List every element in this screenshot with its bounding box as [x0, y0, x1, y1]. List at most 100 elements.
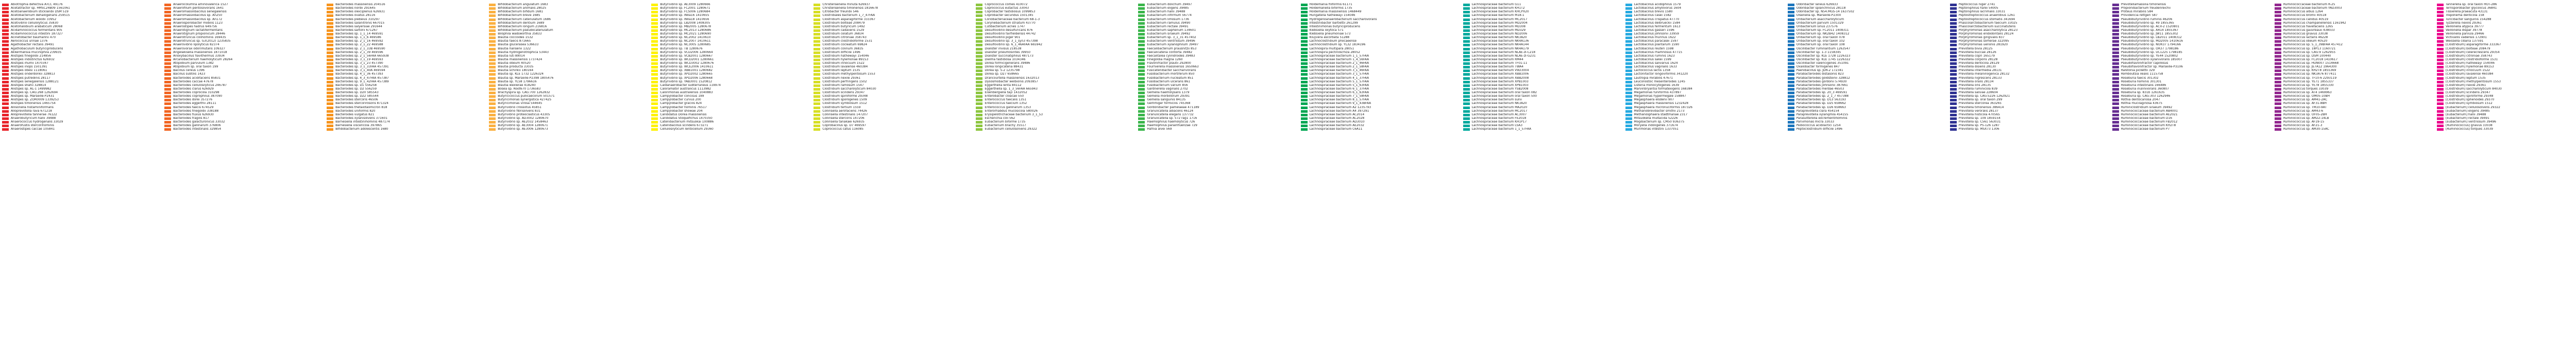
- legend-entry: Ruminococcus albus 1264: [2273, 10, 2433, 14]
- legend-entry: Agathobacter rectalis 39491: [0, 43, 160, 47]
- legend-swatch: [1625, 117, 1632, 120]
- legend-label: [Ruminococcus] gnavus 33038: [2445, 124, 2493, 128]
- legend-entry: Butyrivibrio sp. MB2005 1280678: [649, 25, 809, 29]
- legend-label: Fusicatenibacter saccharivorans: [1147, 69, 1196, 73]
- legend-swatch: [814, 73, 821, 76]
- legend-swatch: [2274, 66, 2281, 69]
- legend-entry: Roseburia intestinalis 166486: [2110, 84, 2270, 88]
- legend-label: Bacteroides cellulosilyticus 246787: [173, 83, 227, 87]
- legend-label: Lachnospiraceae bacterium A4 397291: [1309, 109, 1369, 113]
- legend-swatch: [976, 55, 983, 58]
- legend-label: Pseudobutyrivibrio sp. UC1225 1798185: [2121, 50, 2182, 54]
- legend-swatch: [1950, 37, 1957, 40]
- legend-label: Bacteroides sp. 1_1_14 469591: [335, 32, 383, 36]
- legend-swatch: [1138, 66, 1145, 69]
- legend-entry: Pseudobutyrivibrio ruminis 46206: [2110, 18, 2270, 22]
- legend-entry: Blautia coccoides 1532: [487, 36, 647, 40]
- legend-swatch: [2112, 66, 2119, 69]
- legend-swatch: [1300, 29, 1308, 32]
- legend-label: Alloprevotella tannerae 76122: [11, 113, 57, 116]
- legend-entry: Alistipes putredinis 28117: [0, 77, 160, 80]
- legend-column: Ruminococcaceae bacterium R-25 Ruminococc…: [2273, 3, 2433, 131]
- legend-label: Anaerocolumna aminovalerica 1527: [173, 3, 228, 7]
- legend-label: Lactonifactor longoviformis 341220: [1634, 73, 1688, 76]
- legend-entry: [Clostridium] methylpentosum 1553: [2435, 80, 2576, 84]
- legend-swatch: [814, 66, 821, 69]
- legend-swatch: [2, 62, 9, 65]
- legend-label: Veillonella parvula 29466: [2445, 32, 2484, 36]
- legend-swatch: [2274, 18, 2281, 21]
- legend-entry: Lachnospiraceae bacterium 6_1_63FAA: [1299, 91, 1459, 95]
- legend-swatch: [327, 29, 334, 32]
- legend-entry: Veillonella parvula 29466: [2435, 32, 2576, 36]
- legend-label: Acetobacterium dehalogenans 259515: [11, 14, 70, 18]
- legend-label: Prevotella salivae 228604: [1958, 91, 1998, 95]
- legend-label: Turicibacter sanguinis 154288: [2445, 18, 2492, 21]
- legend-label: Ruminococcus flavefaciens 1265: [2283, 25, 2333, 28]
- legend-label: Hungatella hathewayi 154046: [1309, 14, 1355, 18]
- legend-swatch: [1300, 106, 1308, 109]
- legend-entry: Prevotella oralis 28134: [1948, 80, 2108, 84]
- legend-swatch: [164, 121, 172, 124]
- legend-swatch: [164, 62, 172, 65]
- legend-swatch: [1950, 95, 1957, 98]
- legend-label: Ruminococcus sp. OF05-2BH: [2283, 113, 2327, 116]
- legend-label: Lactococcus lactis 1358: [1634, 69, 1671, 73]
- legend-entry: Gemmiger formicilis 745368: [1136, 102, 1296, 106]
- legend-entry: Propionibacterium freudenreichii: [2110, 7, 2270, 10]
- legend-label: Blautia glucerasea 536633: [498, 43, 539, 47]
- legend-swatch: [327, 11, 334, 14]
- legend-label: Barnesiella viscericola 397865: [335, 124, 382, 128]
- legend-label: Eggerthella sp. 1_3_56FAA 665943: [985, 87, 1038, 91]
- legend-entry: Pediococcus acidilactici 1254: [1786, 124, 1946, 128]
- legend-label: Lachnoclostridium sp. YL32 1834196: [1309, 43, 1366, 47]
- legend-entry: Roseburia sp. CAG:303 1262946: [2110, 95, 2270, 98]
- legend-entry: Alistipes onderdonkii 328813: [0, 73, 160, 76]
- legend-entry: Alistipes indistinctus 626932: [0, 58, 160, 62]
- legend-label: Ruminococcus sp. AF31-8BH: [2283, 102, 2327, 106]
- legend-entry: Aerococcus urinae 1376: [0, 40, 160, 43]
- legend-swatch: [2274, 58, 2281, 61]
- legend-swatch: [1300, 99, 1308, 102]
- legend-entry: Mogibacterium sp. CM50 936375: [1623, 120, 1784, 124]
- legend-entry: [Clostridium] hathewayi 154046: [2435, 62, 2576, 65]
- legend-swatch: [1300, 117, 1308, 120]
- legend-entry: Lachnospiraceae bacterium KH1P17: [1461, 120, 1621, 124]
- legend-label: Alistipes onderdonkii 328813: [11, 73, 55, 76]
- legend-label: Dysosmobacter welbionis 2093857: [985, 80, 1038, 83]
- legend-label: Bacteroides stercoris 46506: [335, 98, 378, 102]
- legend-swatch: [1138, 22, 1145, 25]
- legend-swatch: [1138, 14, 1145, 18]
- legend-label: Dorea sp. D27 658665: [985, 73, 1019, 76]
- legend-swatch: [2436, 69, 2444, 73]
- legend-entry: Turicibacter sanguinis 154288: [2435, 18, 2576, 22]
- legend-label: Bacteroides nordii 291645: [335, 7, 376, 10]
- legend-label: Lactobacillus gasseri 1596: [1634, 28, 1674, 32]
- legend-entry: Alistipes shahii 328814: [0, 84, 160, 88]
- legend-swatch: [2274, 37, 2281, 40]
- legend-label: Ruminococcaceae bacterium P7: [2121, 128, 2170, 131]
- legend-swatch: [976, 125, 983, 128]
- legend-column: Prevotellamassilia timonensis Propionibac…: [2110, 3, 2270, 131]
- legend-entry: Ralstonia pickettii 329: [2110, 69, 2270, 73]
- legend-swatch: [651, 99, 658, 102]
- legend-label: Alistipes indistinctus 626932: [11, 58, 55, 61]
- legend-label: Acinetobacter baumannii 470: [11, 36, 56, 40]
- legend-label: Pseudobutyrivibrio sp. MD2005 1410616: [2121, 40, 2183, 43]
- legend-entry: Calorimonas australensis 1040883: [649, 91, 809, 95]
- legend-entry: Blautia sp. Marseille-P2398 1805476: [487, 77, 647, 80]
- legend-label: Anaerostipes hadrus 649756: [173, 25, 217, 28]
- legend-label: Bacteroides massiliensis 204516: [335, 3, 385, 7]
- legend-swatch: [1138, 40, 1145, 43]
- legend-entry: Oxalobacter formigenes 847: [1786, 65, 1946, 69]
- legend-entry: Clostridium celatum 36834: [811, 32, 972, 36]
- legend-label: Catenibacterium mitsuokai 100886: [660, 120, 714, 124]
- legend-entry: Pseudobutyrivibrio sp. NOR37 1794166: [2110, 43, 2270, 47]
- legend-label: Pediococcus acidilactici 1254: [1796, 124, 1841, 128]
- legend-entry: Butyrivibrio sp. NC3005 1280685: [649, 43, 809, 47]
- legend-swatch: [1300, 80, 1308, 83]
- legend-label: Pseudobutyrivibrio sp. LB2011 1408312: [2121, 36, 2182, 40]
- legend-entry: Ruminococcus sp. JE7A12 1964300: [2273, 65, 2433, 69]
- legend-entry: Oribacterium sp. NK2B42 1408312: [1786, 32, 1946, 36]
- legend-entry: Caldanaerobacter subterraneus 119974: [649, 84, 809, 88]
